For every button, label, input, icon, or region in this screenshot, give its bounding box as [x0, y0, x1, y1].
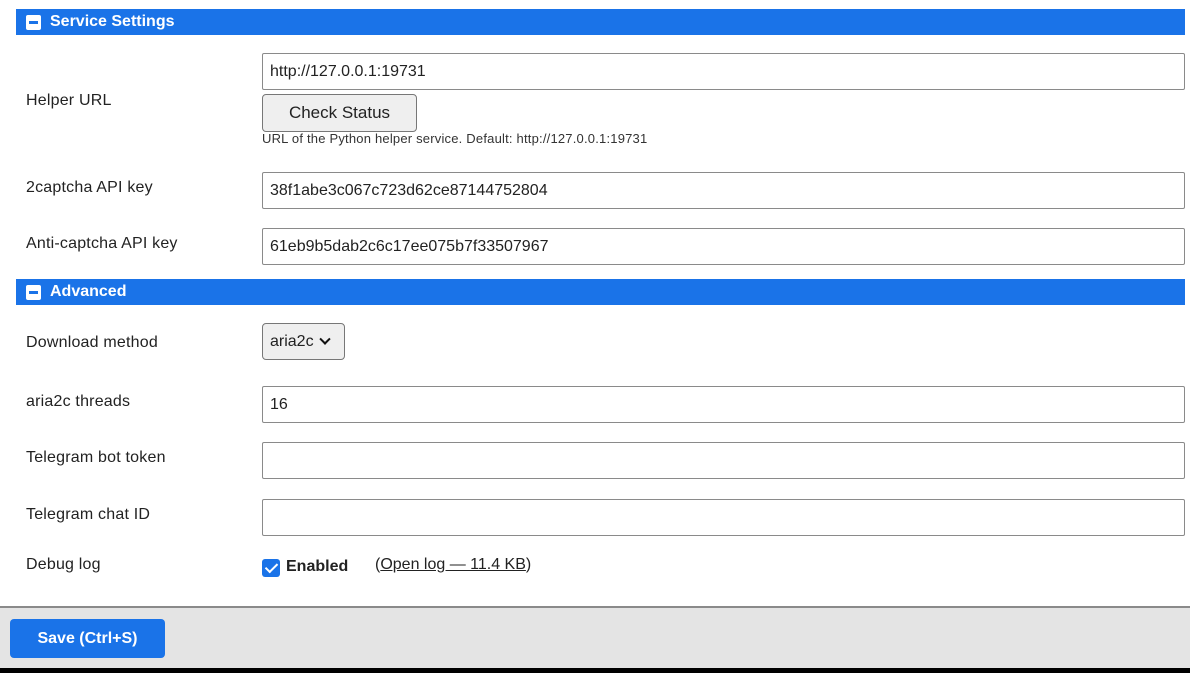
section-header-advanced[interactable]: Advanced: [16, 279, 1185, 305]
section-title: Advanced: [50, 283, 127, 300]
open-log-link[interactable]: Open log — 11.4 KB: [380, 556, 526, 573]
save-button[interactable]: Save (Ctrl+S): [10, 619, 165, 658]
debug-log-label: Debug log: [26, 556, 101, 573]
footer-bar: [0, 606, 1190, 668]
select-value: aria2c: [270, 332, 314, 350]
footer-edge: [0, 668, 1190, 673]
section-title: Service Settings: [50, 13, 175, 30]
section-header-service-settings[interactable]: Service Settings: [16, 9, 1185, 35]
anticaptcha-input[interactable]: [262, 228, 1185, 265]
anticaptcha-label: Anti-captcha API key: [26, 235, 178, 252]
collapse-icon[interactable]: [26, 284, 41, 300]
helper-url-label: Helper URL: [26, 92, 112, 109]
telegram-token-label: Telegram bot token: [26, 449, 166, 466]
debug-log-checkbox-label[interactable]: Enabled: [286, 558, 348, 576]
helper-url-hint: URL of the Python helper service. Defaul…: [262, 131, 648, 146]
settings-page: Service Settings Helper URL Check Status…: [0, 0, 1190, 673]
collapse-icon[interactable]: [26, 14, 41, 30]
telegram-chat-input[interactable]: [262, 499, 1185, 536]
twocaptcha-label: 2captcha API key: [26, 179, 153, 196]
helper-url-input[interactable]: [262, 53, 1185, 90]
paren-close: ): [525, 556, 532, 573]
telegram-chat-label: Telegram chat ID: [26, 506, 151, 523]
download-method-select[interactable]: aria2c: [262, 323, 345, 360]
telegram-token-input[interactable]: [262, 442, 1185, 479]
aria2c-threads-label: aria2c threads: [26, 393, 131, 410]
check-status-button[interactable]: Check Status: [262, 94, 417, 132]
chevron-down-icon: [318, 333, 331, 345]
aria2c-threads-input[interactable]: [262, 386, 1185, 423]
download-method-label: Download method: [26, 334, 158, 351]
open-log-wrapper: (Open log — 11.4 KB): [375, 556, 531, 574]
twocaptcha-input[interactable]: [262, 172, 1185, 209]
debug-log-checkbox[interactable]: [262, 559, 280, 577]
